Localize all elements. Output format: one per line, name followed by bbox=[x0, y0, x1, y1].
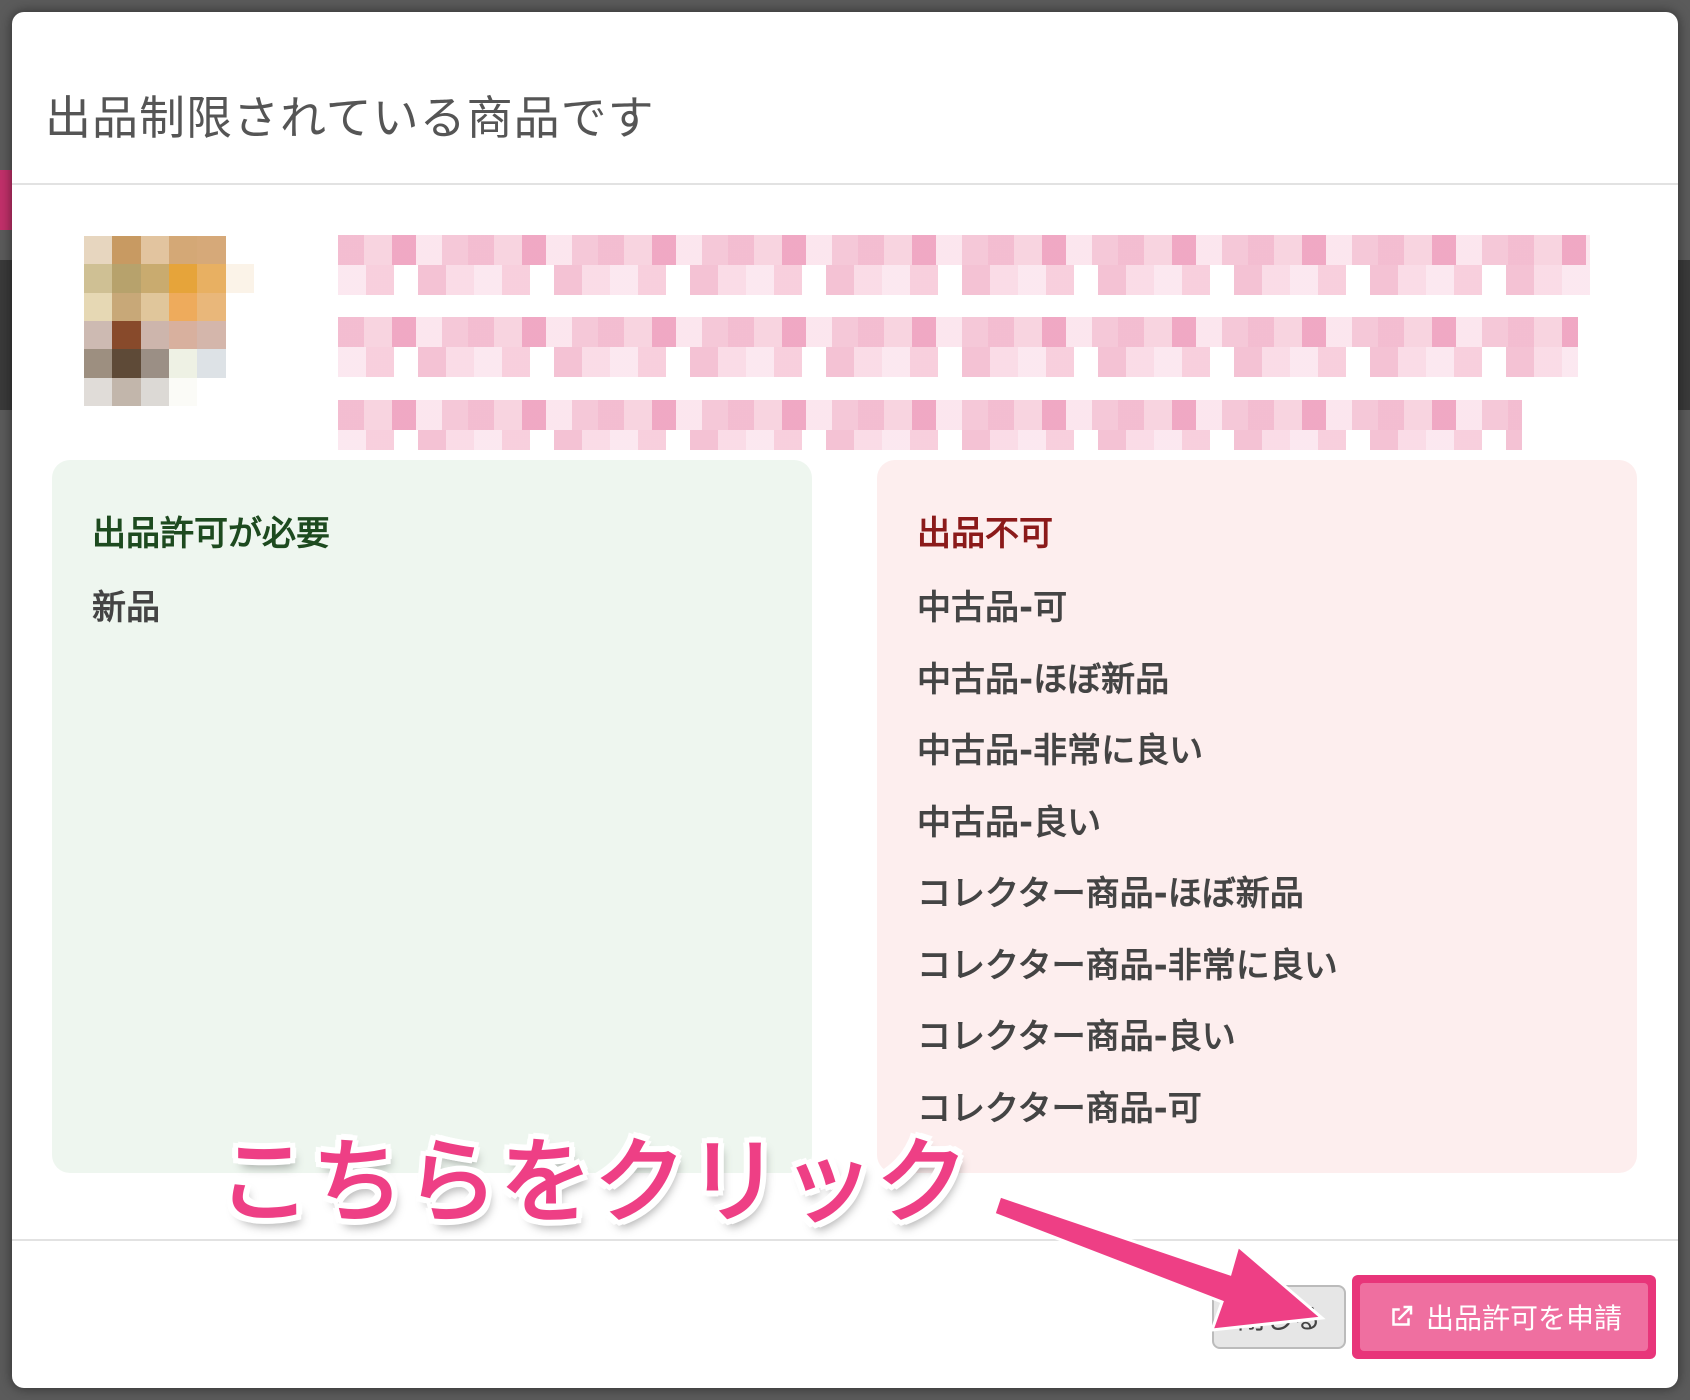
click-here-annotation: こちらをクリック bbox=[218, 1129, 971, 1236]
permission-required-heading: 出品許可が必要 bbox=[92, 514, 330, 554]
redacted-line bbox=[338, 317, 1578, 347]
redacted-line bbox=[338, 235, 1590, 265]
close-button[interactable]: 閉じる bbox=[1212, 1285, 1346, 1349]
not-allowed-heading: 出品不可 bbox=[917, 514, 1053, 554]
redacted-line bbox=[338, 347, 1578, 377]
condition-item: 新品 bbox=[92, 588, 160, 628]
permission-required-panel: 出品許可が必要 新品 bbox=[52, 460, 812, 1173]
product-info bbox=[12, 185, 1678, 460]
product-title-redacted bbox=[338, 235, 1598, 450]
apply-permission-button-inner[interactable]: 出品許可を申請 bbox=[1360, 1283, 1648, 1351]
apply-permission-button[interactable]: 出品許可を申請 bbox=[1352, 1275, 1656, 1359]
condition-item: コレクター商品-良い bbox=[917, 1017, 1236, 1057]
permission-required-list: 新品 bbox=[92, 588, 160, 660]
not-allowed-list: 中古品-可 中古品-ほぼ新品 中古品-非常に良い 中古品-良い コレクター商品-… bbox=[917, 588, 1338, 1160]
background-fragment bbox=[0, 260, 12, 410]
redacted-line bbox=[338, 400, 1522, 430]
condition-item: 中古品-非常に良い bbox=[917, 731, 1204, 771]
redacted-line bbox=[338, 265, 1590, 295]
condition-item: 中古品-可 bbox=[917, 588, 1068, 628]
modal-footer: 閉じる 出品許可を申請 bbox=[12, 1239, 1678, 1388]
condition-item: 中古品-ほぼ新品 bbox=[917, 659, 1170, 700]
apply-permission-label: 出品許可を申請 bbox=[1425, 1302, 1622, 1335]
background-fragment bbox=[0, 170, 12, 230]
condition-item: コレクター商品-非常に良い bbox=[917, 945, 1338, 986]
condition-item: コレクター商品-可 bbox=[917, 1088, 1202, 1129]
modal-title: 出品制限されている商品です bbox=[45, 91, 655, 145]
condition-item: 中古品-良い bbox=[917, 802, 1102, 843]
condition-item: コレクター商品-ほぼ新品 bbox=[917, 874, 1304, 914]
modal-header: 出品制限されている商品です bbox=[12, 12, 1678, 185]
not-allowed-panel: 出品不可 中古品-可 中古品-ほぼ新品 中古品-非常に良い 中古品-良い コレク… bbox=[877, 460, 1637, 1173]
background-fragment bbox=[1678, 260, 1690, 410]
external-link-icon bbox=[1392, 1305, 1413, 1326]
product-thumbnail bbox=[84, 236, 254, 406]
redacted-line bbox=[338, 430, 1522, 450]
